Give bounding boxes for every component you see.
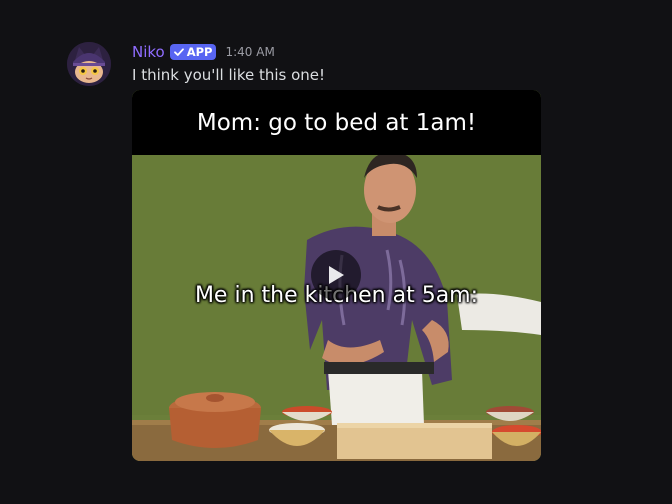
play-icon	[329, 266, 344, 284]
app-badge-label: APP	[186, 45, 213, 59]
username[interactable]: Niko	[132, 43, 165, 61]
play-button[interactable]	[311, 250, 361, 300]
video-embed[interactable]: Mom: go to bed at 1am! Me in the kitchen…	[132, 90, 541, 461]
niko-cat-avatar-icon	[67, 42, 111, 86]
message-content: I think you'll like this one!	[132, 66, 326, 84]
chat-message-view: Niko APP 1:40 AM I think you'll like thi…	[0, 0, 672, 504]
message-header: Niko APP 1:40 AM	[132, 42, 275, 62]
video-caption-top: Mom: go to bed at 1am!	[132, 90, 541, 155]
avatar[interactable]	[67, 42, 111, 86]
checkmark-icon	[173, 48, 184, 56]
timestamp[interactable]: 1:40 AM	[225, 45, 274, 59]
app-badge: APP	[169, 44, 217, 60]
